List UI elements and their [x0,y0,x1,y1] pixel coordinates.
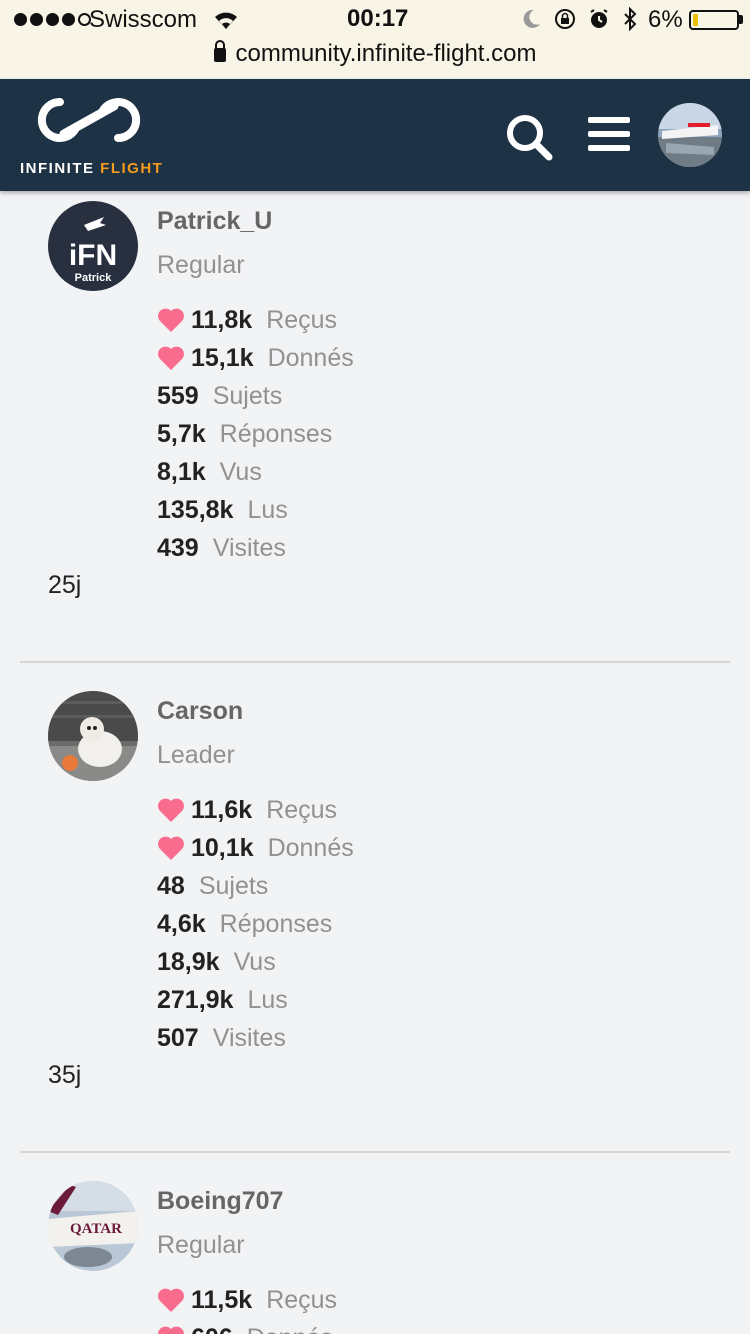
hamburger-menu-icon[interactable] [588,115,630,153]
stat-likes-given: 10,1k Donnés [157,833,354,863]
stat-visits: 507 Visites [157,1023,286,1052]
stat-likes-given: 15,1k Donnés [157,343,354,373]
stat-topics: 48 Sujets [157,871,269,900]
avatar-subtext: Patrick [75,272,113,284]
stat-read: 271,9k Lus [157,985,288,1014]
user-avatar[interactable]: QATAR [48,1181,138,1271]
user-title: Regular [157,1231,245,1259]
bluetooth-icon [624,7,637,31]
stat-likes-received: 11,6k Reçus [157,795,337,825]
heart-icon [158,1288,184,1312]
lock-icon [213,40,226,62]
heart-icon [158,798,184,822]
current-user-avatar[interactable] [658,103,722,167]
username[interactable]: Patrick_U [157,207,272,236]
heart-icon [158,308,184,332]
url-text: community.infinite-flight.com [235,40,537,67]
rotation-lock-icon [555,9,575,29]
search-icon[interactable] [505,113,553,161]
user-avatar[interactable]: iFN Patrick [48,201,138,291]
heart-icon [158,346,184,370]
logo-text: INFINITE FLIGHT [20,160,164,177]
heart-icon [158,1326,184,1334]
avatar-text: iFN [69,239,117,272]
status-bar: Swisscom 00:17 6% [0,0,750,40]
infinite-flight-logo-icon[interactable] [30,94,148,146]
stat-topics: 559 Sujets [157,381,283,410]
user-title: Regular [157,251,245,279]
moon-icon [523,9,540,28]
stat-read: 135,8k Lus [157,495,288,524]
divider [20,1151,730,1153]
divider [20,661,730,663]
stat-visits: 439 Visites [157,533,286,562]
url-bar[interactable]: community.infinite-flight.com [0,40,750,78]
signal-strength-icon [14,13,91,26]
heart-icon [158,836,184,860]
battery-icon [689,10,739,30]
user-avatar[interactable] [48,691,138,781]
time-read: 35j [48,1061,82,1089]
user-title: Leader [157,741,235,769]
username[interactable]: Boeing707 [157,1187,283,1216]
stat-viewed: 18,9k Vus [157,947,276,976]
carrier-name: Swisscom [89,6,198,33]
stat-viewed: 8,1k Vus [157,457,262,486]
site-header: INFINITE FLIGHT [0,79,750,191]
stat-likes-received: 11,5k Reçus [157,1285,337,1315]
clock: 00:17 [347,5,409,32]
avatar-text: QATAR [70,1221,122,1237]
battery-percentage: 6% [648,6,683,33]
alarm-icon [590,9,608,28]
wifi-icon [215,12,237,29]
stat-replies: 4,6k Réponses [157,909,333,938]
stat-replies: 5,7k Réponses [157,419,333,448]
time-read: 25j [48,571,82,599]
stat-likes-given: 606Donnés [157,1323,333,1334]
username[interactable]: Carson [157,697,243,726]
stat-likes-received: 11,8k Reçus [157,305,337,335]
